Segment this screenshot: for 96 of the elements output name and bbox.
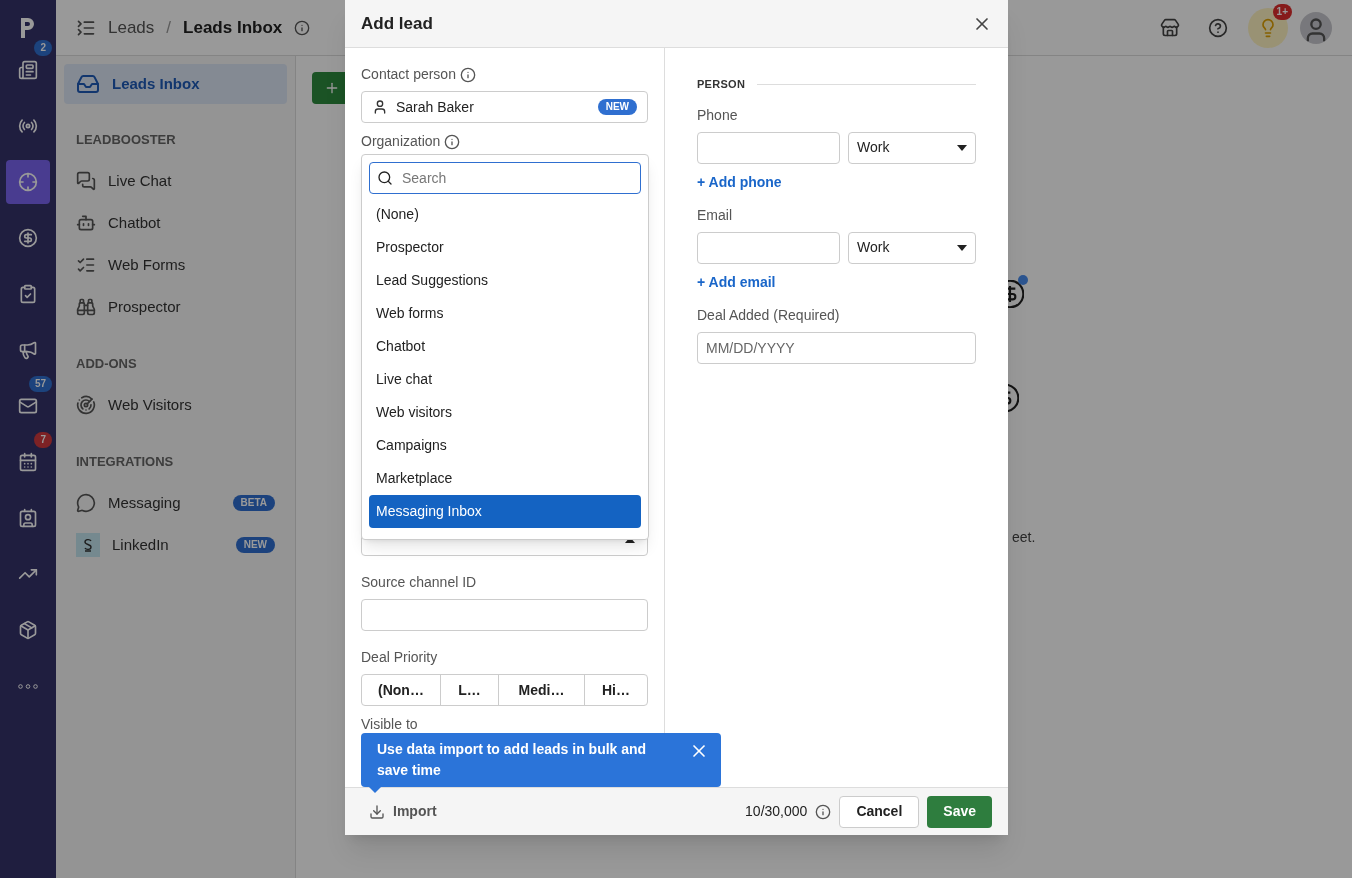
count-badge: 2 [34,40,52,56]
dropdown-option[interactable]: Marketplace [369,462,641,495]
section-heading: INTEGRATIONS [75,453,175,472]
inbox-icon [76,72,100,96]
store-icon[interactable] [1160,17,1180,38]
field-label: Email [697,205,732,225]
info-icon [815,803,832,820]
breadcrumb-link[interactable]: Leads [108,14,155,41]
calendar-icon [18,452,38,472]
search-icon [377,170,393,186]
input-field[interactable] [697,131,840,164]
status-badge: BETA [232,495,275,511]
caret-icon [957,144,967,151]
chat-icon [76,171,96,191]
breadcrumb-separator: / [166,16,172,39]
dropdown-option[interactable]: Messaging Inbox [369,495,641,528]
priority-option[interactable]: Medi… [498,675,584,705]
type-select[interactable]: Work [848,231,976,264]
field-label: Contact person [361,65,456,84]
sidebar-item[interactable]: Messaging BETA [64,482,287,524]
priority-option[interactable]: L… [440,675,498,705]
count-badge: 57 [28,376,52,392]
binoculars-icon [76,297,96,317]
section-heading: PERSON [697,77,746,92]
message-icon [76,493,96,513]
section-heading: ADD-ONS [75,355,138,374]
help-icon[interactable] [1208,17,1228,38]
broadcast-icon [18,116,38,136]
lead-count: 10/30,000 [745,802,808,821]
sidebar-item[interactable]: Prospector [64,286,287,328]
dropdown-option[interactable]: Web visitors [369,396,641,429]
sidebar-item[interactable]: Live Chat [64,160,287,202]
contact-card-icon [18,508,38,528]
more-icon [18,683,38,689]
new-badge: NEW [597,99,637,115]
collapse-menu-icon[interactable] [76,17,96,38]
box-icon [18,620,38,640]
sidebar-item[interactable]: Chatbot [64,202,287,244]
contact-field[interactable]: Sarah Baker NEW [361,91,648,123]
dropdown-option[interactable]: Web forms [369,297,641,330]
field-label: Visible to [361,715,418,734]
add-link[interactable]: + Add email [697,271,976,293]
dollar-icon [18,228,38,248]
caret-icon [957,244,967,251]
bot-icon [76,213,96,233]
field-label: Source channel ID [361,573,477,592]
field-label: Phone [697,105,738,125]
target-icon [18,172,38,192]
dropdown-option[interactable]: (None) [369,198,641,231]
mail-icon [18,396,38,416]
page-title: Leads Inbox [183,16,283,39]
person-icon [372,99,388,115]
empty-state-text: eet. [1012,528,1036,547]
count-badge: 7 [34,432,52,448]
field-label: Deal Priority [361,648,438,667]
input-field[interactable] [361,599,648,631]
rail-button[interactable] [6,160,50,204]
dialog-title: Add lead [361,12,434,35]
s-logo-icon [76,533,100,557]
download-icon [369,803,385,820]
clipboard-icon [18,284,38,304]
document-icon [18,60,38,80]
megaphone-icon [18,340,38,360]
add-link[interactable]: + Add phone [697,171,976,193]
info-icon [444,133,461,150]
radar-icon [76,395,96,415]
priority-option[interactable]: Hi… [584,675,647,705]
field-label: Organization [361,132,441,151]
tooltip-text: Use data import to add leads in bulk and save time [377,740,648,780]
import-button[interactable]: Import [361,801,445,822]
type-select[interactable]: Work [848,131,976,164]
info-icon [459,66,476,83]
dropdown-option[interactable]: Chatbot [369,330,641,363]
dropdown-option[interactable]: Lead Suggestions [369,264,641,297]
sidebar-item[interactable]: LinkedIn NEW [64,524,287,566]
info-icon [294,19,311,36]
sidebar-item[interactable]: Web Visitors [64,384,287,426]
field-label: Deal Added (Required) [697,305,840,325]
save-button[interactable]: Save [927,795,992,828]
search-field[interactable]: Search [369,162,641,194]
date-field[interactable]: MM/DD/YYYY [697,331,976,364]
dollar-icon [1008,280,1024,308]
cancel-button[interactable]: Cancel [839,795,920,828]
avatar[interactable] [1300,11,1332,44]
sidebar-item[interactable]: Web Forms [64,244,287,286]
plus-icon [324,80,340,96]
notification-badge: 1+ [1272,3,1292,20]
section-heading: LEADBOOSTER [75,131,177,150]
priority-option[interactable]: (Non… [362,675,440,705]
dropdown-option[interactable]: Live chat [369,363,641,396]
dollar-icon [1008,384,1019,412]
input-field[interactable] [697,231,840,264]
dropdown-option[interactable]: Prospector [369,231,641,264]
list-icon [76,255,96,275]
dropdown-option[interactable]: Campaigns [369,429,641,462]
status-badge: NEW [235,537,275,553]
